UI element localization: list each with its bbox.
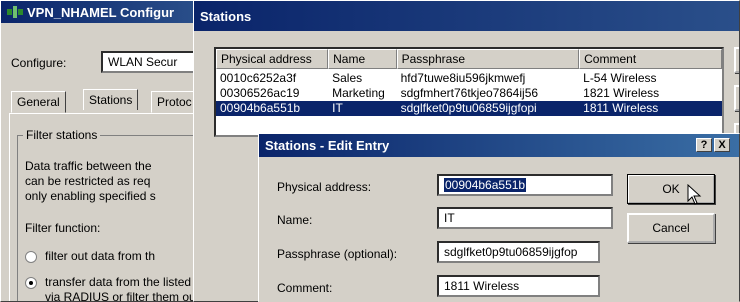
cell-comment: 1811 Wireless (583, 101, 659, 115)
column-passphrase[interactable]: Passphrase (396, 49, 580, 69)
tab-general[interactable]: General (11, 91, 66, 113)
name-label: Name: (277, 213, 313, 227)
cancel-button-label: Cancel (652, 221, 690, 235)
physical-address-field[interactable]: 00904b6a551b (437, 174, 613, 196)
tab-stations[interactable]: Stations (83, 89, 139, 110)
stations-list[interactable]: Physical address Name Passphrase Comment… (214, 47, 724, 137)
cell-name: Marketing (332, 86, 385, 100)
cell-comment: L-54 Wireless (583, 71, 657, 85)
passphrase-label: Passphrase (optional): (277, 247, 398, 261)
transfer-data-option-line1[interactable]: transfer data from the listed stat (45, 275, 199, 289)
cell-address: 00904b6a551b (220, 101, 301, 115)
edit-entry-title: Stations - Edit Entry (265, 138, 390, 153)
physical-address-label: Physical address: (277, 180, 372, 194)
edit-entry-titlebar[interactable]: Stations - Edit Entry (259, 134, 739, 157)
cell-passphrase: sdglfket0p9tu06859ijgfopi (400, 101, 537, 115)
description-line-3: only enabling specified s (25, 189, 156, 203)
tab-protocols[interactable]: Protoc (151, 91, 198, 113)
cell-passphrase: sdgfmhert76tkjeo7864ij56 (400, 86, 539, 100)
cell-address: 00306526ac19 (220, 86, 300, 100)
config-window-titlebar[interactable]: VPN_NHAMEL Configur (1, 1, 199, 23)
table-row[interactable]: 00306526ac19 Marketing sdgfmhert76tkjeo7… (216, 86, 722, 101)
comment-field[interactable]: 1811 Wireless (437, 275, 600, 297)
description-line-2: can be restricted as req (25, 174, 151, 188)
column-name[interactable]: Name (328, 49, 397, 69)
column-comment[interactable]: Comment (579, 49, 722, 69)
stations-title: Stations (200, 8, 252, 24)
passphrase-field[interactable]: sdglfket0p9tu06859ijgfop (437, 241, 600, 263)
edit-entry-dialog: Stations - Edit Entry ? X Physical addre… (258, 133, 740, 302)
column-physical-address[interactable]: Physical address (216, 49, 329, 69)
configure-label: Configure: (11, 56, 67, 70)
stations-side-button[interactable] (734, 85, 739, 111)
cell-address: 0010c6252a3f (220, 71, 297, 85)
name-field[interactable]: IT (437, 207, 613, 229)
description-line-1: Data traffic between the (25, 159, 152, 173)
cell-comment: 1821 Wireless (583, 86, 660, 100)
table-row[interactable]: 0010c6252a3f Sales hfd7tuwe8iu596jkmwefj… (216, 71, 722, 86)
cell-name: IT (332, 101, 343, 115)
filter-out-option[interactable]: filter out data from th (45, 249, 155, 263)
config-window: VPN_NHAMEL Configur Configure: WLAN Secu… (0, 0, 200, 302)
ok-button-label: OK (662, 182, 680, 196)
table-row-selected[interactable]: 00904b6a551b IT sdglfket0p9tu06859ijgfop… (216, 101, 722, 116)
cancel-button[interactable]: Cancel (627, 213, 715, 243)
mouse-cursor-icon (687, 184, 702, 205)
filter-stations-title: Filter stations (23, 128, 101, 142)
help-button[interactable]: ? (696, 138, 712, 152)
config-window-title: VPN_NHAMEL Configur (27, 4, 175, 20)
physical-address-value: 00904b6a551b (444, 178, 527, 192)
close-button[interactable]: X (714, 138, 730, 152)
stations-list-header: Physical address Name Passphrase Comment (216, 49, 722, 69)
cell-name: Sales (332, 71, 363, 85)
transfer-data-radio[interactable] (25, 277, 37, 289)
transfer-data-option-line2: via RADIUS or filter them out (45, 290, 200, 302)
filter-function-label: Filter function: (25, 221, 101, 235)
stations-titlebar[interactable]: Stations (194, 1, 739, 31)
cell-passphrase: hfd7tuwe8iu596jkmwefj (400, 71, 526, 85)
comment-label: Comment: (277, 281, 333, 295)
network-icon (7, 6, 23, 18)
configure-select[interactable]: WLAN Secur (101, 51, 199, 73)
filter-out-radio[interactable] (25, 251, 37, 263)
stations-side-button[interactable] (734, 47, 739, 73)
